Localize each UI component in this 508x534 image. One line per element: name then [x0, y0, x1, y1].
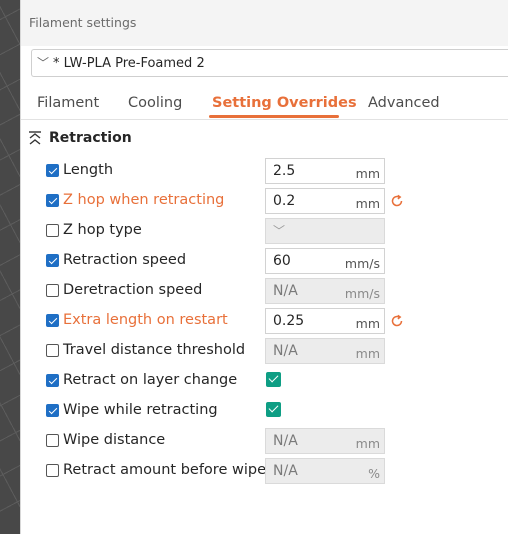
input-value: 60: [273, 253, 291, 269]
unit-label: mm/s: [344, 256, 380, 271]
setting-label: Deretraction speed: [63, 282, 203, 298]
tab-setting-overrides[interactable]: Setting Overrides: [212, 95, 357, 111]
override-checkbox[interactable]: [46, 314, 59, 327]
setting-label: Extra length on restart: [63, 312, 228, 328]
input-value: N/A: [273, 433, 298, 449]
input-value: 0.25: [273, 313, 305, 329]
setting-row-travel-distance-threshold: Travel distance threshold N/A mm: [21, 338, 508, 364]
tab-filament[interactable]: Filament: [37, 95, 99, 111]
override-checkbox[interactable]: [46, 224, 59, 237]
unit-label: mm/s: [344, 286, 380, 301]
enabled-checkbox[interactable]: [266, 372, 281, 387]
tab-divider: [21, 119, 508, 120]
setting-label: Retract amount before wipe: [63, 462, 266, 478]
tab-bar: Filament Cooling Setting Overrides Advan…: [21, 90, 508, 120]
setting-row-wipe-distance: Wipe distance N/A mm: [21, 428, 508, 454]
unit-label: mm: [355, 196, 380, 211]
value-input[interactable]: N/A mm/s: [265, 278, 385, 304]
unit-label: mm: [355, 316, 380, 331]
setting-row-retraction-speed: Retraction speed 60 mm/s: [21, 248, 508, 274]
value-input[interactable]: 2.5 mm: [265, 158, 385, 184]
override-checkbox[interactable]: [46, 194, 59, 207]
reset-arrow-icon[interactable]: [390, 314, 404, 328]
chevron-down-icon: ﹀: [37, 56, 50, 70]
value-input[interactable]: N/A mm: [265, 428, 385, 454]
reset-arrow-icon[interactable]: [390, 194, 404, 208]
setting-label: Wipe distance: [63, 432, 166, 448]
input-value: 0.2: [273, 193, 296, 209]
input-value: N/A: [273, 343, 298, 359]
setting-label: Z hop type: [63, 222, 142, 238]
filament-settings-dialog: Filament settings ﹀ * LW-PLA Pre-Foamed …: [20, 0, 508, 534]
value-input[interactable]: 0.25 mm: [265, 308, 385, 334]
setting-row-z-hop-when-retracting: Z hop when retracting 0.2 mm: [21, 188, 508, 214]
setting-row-z-hop-type: Z hop type ﹀: [21, 218, 508, 244]
unit-label: %: [368, 466, 380, 481]
collapse-arrows-icon[interactable]: [28, 131, 42, 146]
setting-label: Retraction speed: [63, 252, 187, 268]
setting-label: Retract on layer change: [63, 372, 238, 388]
chevron-down-icon: ﹀: [273, 224, 286, 238]
unit-label: mm: [355, 346, 380, 361]
window-title: Filament settings: [29, 15, 137, 30]
unit-label: mm: [355, 166, 380, 181]
preset-name: * LW-PLA Pre-Foamed 2: [53, 56, 205, 71]
value-input[interactable]: N/A mm: [265, 338, 385, 364]
enabled-checkbox[interactable]: [266, 402, 281, 417]
override-checkbox[interactable]: [46, 404, 59, 417]
tab-advanced[interactable]: Advanced: [368, 95, 440, 111]
setting-row-extra-length-on-restart: Extra length on restart 0.25 mm: [21, 308, 508, 334]
override-checkbox[interactable]: [46, 254, 59, 267]
section-title: Retraction: [49, 130, 132, 146]
override-checkbox[interactable]: [46, 344, 59, 357]
override-checkbox[interactable]: [46, 434, 59, 447]
input-value: N/A: [273, 463, 298, 479]
setting-row-deretraction-speed: Deretraction speed N/A mm/s: [21, 278, 508, 304]
override-checkbox[interactable]: [46, 464, 59, 477]
setting-row-retract-on-layer-change: Retract on layer change: [21, 368, 508, 394]
setting-label: Wipe while retracting: [63, 402, 218, 418]
setting-row-length: Length 2.5 mm: [21, 158, 508, 184]
preset-selector[interactable]: ﹀ * LW-PLA Pre-Foamed 2: [31, 49, 508, 77]
input-value: 2.5: [273, 163, 296, 179]
override-checkbox[interactable]: [46, 284, 59, 297]
setting-row-wipe-while-retracting: Wipe while retracting: [21, 398, 508, 424]
setting-label: Travel distance threshold: [63, 342, 246, 358]
setting-row-retract-amount-before-wipe: Retract amount before wipe N/A%: [21, 458, 508, 484]
input-value: N/A: [273, 283, 298, 299]
override-checkbox[interactable]: [46, 164, 59, 177]
viewport-background: [0, 0, 22, 534]
tab-cooling[interactable]: Cooling: [128, 95, 182, 111]
setting-label: Length: [63, 162, 114, 178]
title-bar: Filament settings: [21, 0, 508, 46]
override-checkbox[interactable]: [46, 374, 59, 387]
active-tab-indicator: [209, 115, 339, 118]
value-input[interactable]: 0.2 mm: [265, 188, 385, 214]
value-input[interactable]: 60 mm/s: [265, 248, 385, 274]
unit-label: mm: [355, 436, 380, 451]
z-hop-type-select[interactable]: ﹀: [265, 218, 385, 244]
setting-label: Z hop when retracting: [63, 192, 225, 208]
value-input[interactable]: N/A%: [265, 458, 385, 484]
